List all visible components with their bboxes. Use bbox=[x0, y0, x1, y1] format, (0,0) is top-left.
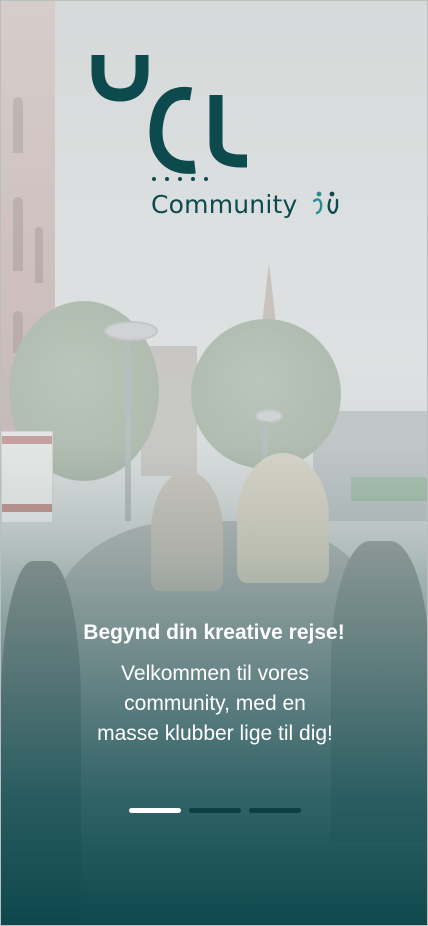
onboarding-headline: Begynd din kreative rejse! bbox=[83, 621, 345, 644]
pager-indicator-3[interactable] bbox=[249, 808, 301, 813]
brand-name: Community bbox=[151, 190, 298, 219]
ucl-community-logo: Community bbox=[87, 51, 347, 226]
community-people-icon bbox=[313, 191, 339, 215]
ucl-logo-mark bbox=[91, 55, 247, 181]
onboarding-subtitle: Velkommen til vores community, med en ma… bbox=[97, 662, 333, 745]
onboarding-pager bbox=[129, 808, 301, 814]
pager-indicator-1[interactable] bbox=[129, 808, 181, 813]
onboarding-screen: Community Begynd din kreative rejse! Vel… bbox=[0, 0, 428, 926]
pager-indicator-2[interactable] bbox=[189, 808, 241, 813]
